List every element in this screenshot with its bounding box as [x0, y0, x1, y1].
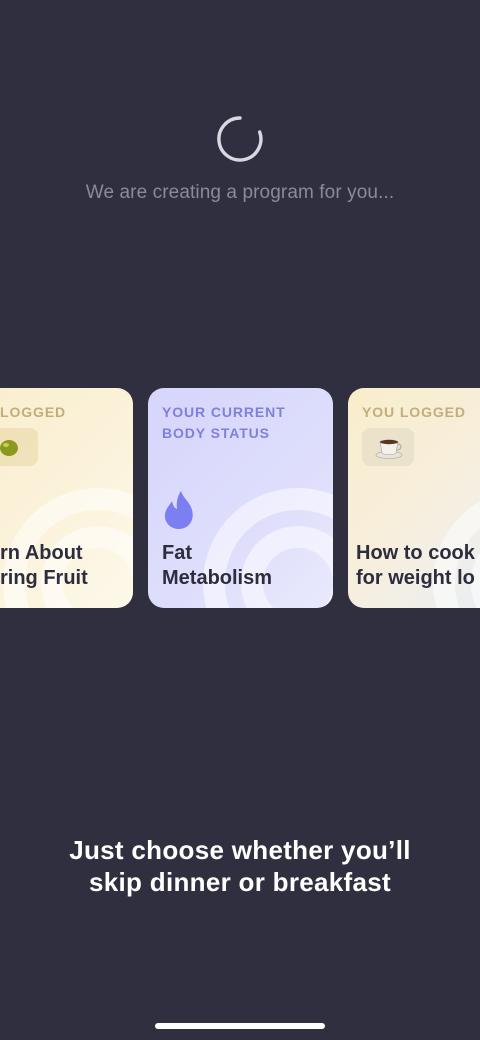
olive-icon-tile	[0, 428, 38, 466]
loading-spinner-icon	[217, 116, 263, 162]
caption-line-2: skip dinner or breakfast	[89, 867, 391, 897]
card-title-line-1: How to cook	[356, 542, 475, 564]
card-title-line-1: rn About	[0, 542, 83, 564]
coffee-cup-icon	[375, 439, 403, 459]
card-label: YOUR CURRENT BODY STATUS	[162, 402, 286, 444]
card-title: Fat Metabolism	[162, 541, 272, 591]
program-card-fruit[interactable]: LOGGED rn About ring Fruit	[0, 388, 133, 608]
loading-message: We are creating a program for you...	[85, 182, 395, 203]
card-title: How to cook for weight lo	[356, 541, 475, 591]
card-title-line-2: ring Fruit	[0, 567, 88, 589]
home-indicator[interactable]	[155, 1023, 325, 1029]
program-card-cooking[interactable]: YOU LOGGED How to cook for weight lo	[348, 388, 480, 608]
onboarding-caption: Just choose whether you’ll skip dinner o…	[20, 834, 460, 898]
caption-line-1: Just choose whether you’ll	[69, 835, 411, 865]
card-label-line-2: BODY STATUS	[162, 425, 270, 441]
card-label: YOU LOGGED	[362, 404, 466, 420]
program-card-fat-metabolism[interactable]: YOUR CURRENT BODY STATUS Fat Metabolism	[148, 388, 333, 608]
card-title: rn About ring Fruit	[0, 541, 88, 591]
flame-icon	[164, 491, 193, 529]
card-label: LOGGED	[0, 404, 67, 420]
card-title-line-2: for weight lo	[356, 567, 475, 589]
olive-icon	[0, 440, 18, 456]
program-loading-screen: We are creating a program for you... LOG…	[0, 0, 480, 1040]
coffee-icon-tile	[362, 428, 414, 466]
card-label-line-1: YOUR CURRENT	[162, 404, 286, 420]
card-title-line-1: Fat	[162, 542, 192, 564]
card-title-line-2: Metabolism	[162, 567, 273, 589]
